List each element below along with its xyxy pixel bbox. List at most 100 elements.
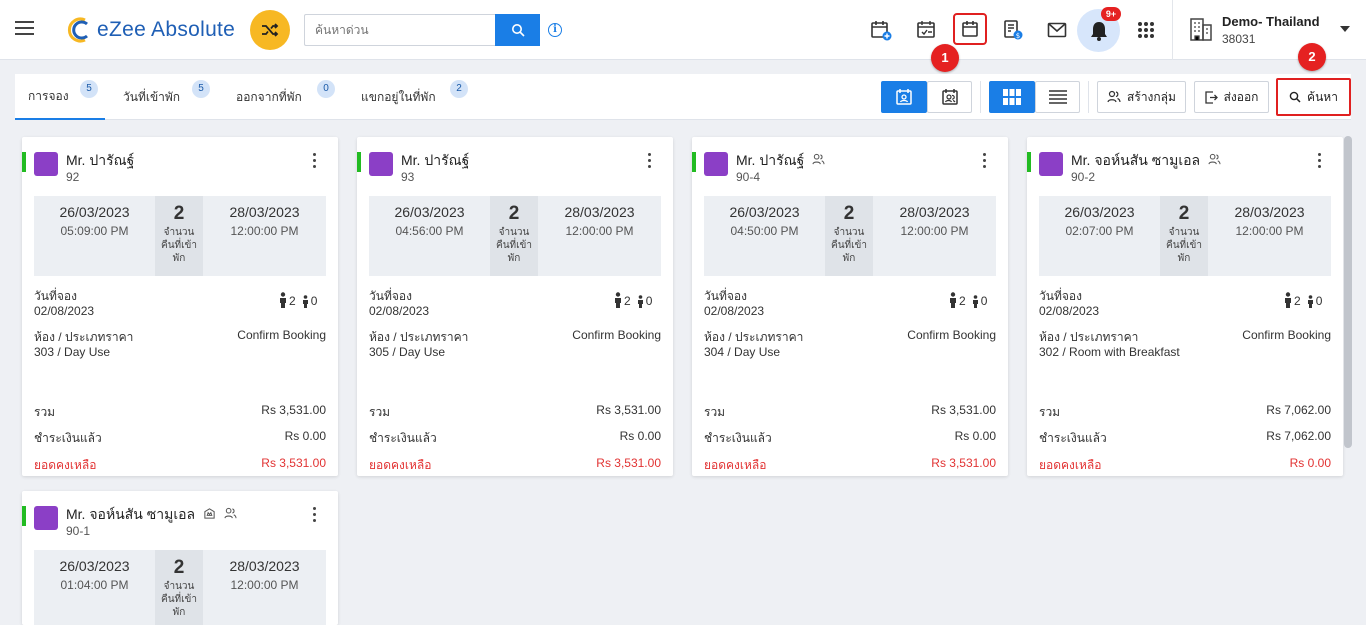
- list-view-button[interactable]: [1035, 81, 1080, 113]
- paid-amount: Rs 0.00: [284, 429, 326, 443]
- arrival-time: 04:56:00 PM: [395, 224, 464, 238]
- guest-name[interactable]: Mr. จอห์นสัน ซามูเอล: [1071, 150, 1221, 172]
- arrival-date: 26/03/2023: [729, 204, 800, 220]
- quick-search-input[interactable]: [304, 14, 496, 46]
- create-group-button[interactable]: สร้างกลุ่ม: [1097, 81, 1186, 113]
- more-options-icon[interactable]: [980, 153, 988, 171]
- adult-icon: [615, 292, 621, 308]
- reservation-card[interactable]: Mr. ปารัณฐ์ 90-4 26/03/2023 04:50:00 PM 2…: [692, 137, 1008, 476]
- app-logo[interactable]: eZee Absolute: [65, 16, 235, 44]
- total-label: รวม: [369, 405, 391, 419]
- hotel-icon: [1190, 18, 1212, 41]
- toolbar-divider: [980, 81, 981, 113]
- tab-in-house[interactable]: แขกอยู่ในที่พัก: [361, 74, 436, 120]
- checkin-list-icon[interactable]: [911, 15, 941, 45]
- tab-label: แขกอยู่ในที่พัก: [361, 89, 436, 104]
- pax-count: 2 0: [279, 292, 317, 308]
- paid-amount: Rs 7,062.00: [1266, 429, 1331, 443]
- list-icon: [1048, 90, 1067, 104]
- nights-label: จำนวนคืนที่เข้าพัก: [496, 227, 532, 264]
- quick-search-button[interactable]: [495, 14, 540, 46]
- departure-time: 12:00:00 PM: [1235, 224, 1304, 238]
- mail-icon[interactable]: [1042, 15, 1072, 45]
- stay-dates: 26/03/2023 05:09:00 PM 2 จำนวนคืนที่เข้าพั…: [34, 196, 326, 276]
- nights-count: 2: [843, 203, 855, 224]
- child-count: 0: [645, 294, 653, 308]
- adult-icon: [950, 292, 956, 308]
- reservation-number: 90-1: [66, 524, 91, 538]
- reservation-view-button[interactable]: [881, 81, 927, 113]
- total-label: รวม: [704, 405, 726, 419]
- billing-icon[interactable]: $: [998, 15, 1028, 45]
- reservation-card[interactable]: Mr. ปารัณฐ์ 93 26/03/2023 04:56:00 PM 2 จำ…: [357, 137, 673, 476]
- toolbar-divider: [1088, 81, 1089, 113]
- balance-amount: Rs 0.00: [1289, 456, 1331, 470]
- callout-marker-2: 2: [1298, 43, 1326, 71]
- total-amount: Rs 3,531.00: [596, 403, 661, 417]
- status-indicator: [22, 152, 26, 172]
- guest-name[interactable]: Mr. ปารัณฐ์: [736, 150, 825, 172]
- grid-view-button[interactable]: [989, 81, 1035, 113]
- group-view-button[interactable]: [927, 81, 972, 113]
- stay-dates: 26/03/2023 04:50:00 PM 2 จำนวนคืนที่เข้าพั…: [704, 196, 996, 276]
- more-options-icon[interactable]: [310, 507, 318, 525]
- export-label: ส่งออก: [1223, 89, 1259, 104]
- shuffle-button[interactable]: [250, 10, 290, 50]
- arrival-date: 26/03/2023: [59, 204, 130, 220]
- more-options-icon[interactable]: [1315, 153, 1323, 171]
- guest-name[interactable]: Mr. ปารัณฐ์: [66, 150, 134, 172]
- calendar-person-icon: [896, 89, 912, 105]
- chevron-down-icon[interactable]: [1340, 26, 1350, 32]
- room-rate: 305 / Day Use: [369, 345, 446, 359]
- property-name[interactable]: Demo- Thailand: [1222, 14, 1320, 29]
- adult-count: 2: [959, 294, 966, 308]
- reservation-card[interactable]: Mr. จอห์นสัน ซามูเอล 90-2 26/03/2023 02:0…: [1027, 137, 1343, 476]
- reservation-card[interactable]: Mr. ปารัณฐ์ 92 26/03/2023 05:09:00 PM 2 จำ…: [22, 137, 338, 476]
- nights-label: จำนวนคืนที่เข้าพัก: [161, 581, 197, 618]
- booking-date: 02/08/2023: [704, 304, 765, 318]
- child-count: 0: [310, 294, 318, 308]
- more-options-icon[interactable]: [310, 153, 318, 171]
- departure-time: 12:00:00 PM: [900, 224, 969, 238]
- menu-icon[interactable]: [15, 21, 34, 37]
- apps-icon[interactable]: [1137, 21, 1155, 39]
- scrollbar[interactable]: [1344, 136, 1352, 448]
- arrival-date: 26/03/2023: [59, 558, 130, 574]
- more-options-icon[interactable]: [645, 153, 653, 171]
- balance-label: ยอดคงเหลือ: [1039, 458, 1102, 472]
- child-icon: [302, 295, 308, 308]
- tab-departures[interactable]: ออกจากที่พัก: [236, 74, 302, 120]
- booking-date: 02/08/2023: [1039, 304, 1100, 318]
- reservation-card[interactable]: Mr. จอห์นสัน ซามูเอล 90-1 26/03/2023 01:0…: [22, 491, 338, 625]
- callout-marker-1: 1: [931, 44, 959, 72]
- guest-name[interactable]: Mr. ปารัณฐ์: [401, 150, 469, 172]
- status-indicator: [22, 506, 26, 526]
- new-reservation-icon[interactable]: [866, 15, 896, 45]
- reservation-toolbar: การจอง 5 วันที่เข้าพัก 5 ออกจากที่พัก 0 …: [15, 74, 1351, 120]
- building-icon: [34, 152, 58, 176]
- guest-name[interactable]: Mr. จอห์นสัน ซามูเอล: [66, 504, 237, 526]
- booking-status: Confirm Booking: [907, 328, 996, 342]
- total-amount: Rs 3,531.00: [931, 403, 996, 417]
- building-icon: [369, 152, 393, 176]
- group-icon: [812, 153, 825, 165]
- stay-dates: 26/03/2023 02:07:00 PM 2 จำนวนคืนที่เข้าพั…: [1039, 196, 1331, 276]
- export-button[interactable]: ส่งออก: [1194, 81, 1269, 113]
- search-button[interactable]: ค้นหา: [1276, 78, 1351, 116]
- tab-arrivals[interactable]: วันที่เข้าพัก: [123, 74, 180, 120]
- child-icon: [1307, 295, 1313, 308]
- paid-label: ชำระเงินแล้ว: [1039, 431, 1107, 445]
- balance-amount: Rs 3,531.00: [261, 456, 326, 470]
- calendar-icon[interactable]: [953, 13, 987, 45]
- nights-count: 2: [508, 203, 520, 224]
- info-icon[interactable]: i: [548, 23, 562, 37]
- booking-status: Confirm Booking: [572, 328, 661, 342]
- group-icon: [224, 507, 237, 519]
- arrival-time: 01:04:00 PM: [60, 578, 129, 592]
- balance-label: ยอดคงเหลือ: [34, 458, 97, 472]
- child-icon: [637, 295, 643, 308]
- stay-dates: 26/03/2023 04:56:00 PM 2 จำนวนคืนที่เข้าพั…: [369, 196, 661, 276]
- arrival-time: 05:09:00 PM: [60, 224, 129, 238]
- nights-count: 2: [1178, 203, 1190, 224]
- grid-icon: [1003, 89, 1021, 105]
